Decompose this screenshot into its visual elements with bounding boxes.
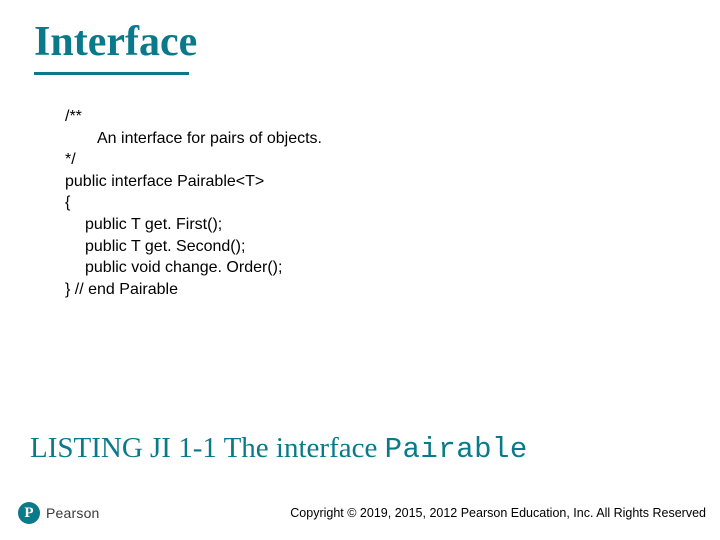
code-line: public T get. Second(); (65, 236, 322, 258)
copyright-text: Copyright © 2019, 2015, 2012 Pearson Edu… (290, 506, 706, 520)
code-line: An interface for pairs of objects. (65, 128, 322, 150)
code-line: public interface Pairable<T> (65, 171, 322, 193)
code-line: */ (65, 149, 322, 171)
slide-title: Interface (34, 18, 197, 66)
listing-caption: LISTING JI 1-1 The interface Pairable (30, 432, 528, 466)
code-line: public T get. First(); (65, 214, 322, 236)
logo-mark-icon: P (18, 502, 40, 524)
code-line: public void change. Order(); (65, 257, 322, 279)
listing-prefix: LISTING JI 1-1 The interface (30, 432, 385, 464)
code-block: /** An interface for pairs of objects. *… (65, 106, 322, 300)
code-line: /** (65, 106, 322, 128)
logo-letter: P (24, 506, 33, 521)
footer: P Pearson Copyright © 2019, 2015, 2012 P… (0, 492, 720, 540)
brand-logo: P Pearson (18, 502, 100, 524)
brand-name: Pearson (46, 505, 100, 521)
code-line: { (65, 192, 322, 214)
slide: Interface /** An interface for pairs of … (0, 0, 720, 540)
title-underline (34, 72, 189, 75)
listing-classname: Pairable (385, 433, 528, 466)
code-line: } // end Pairable (65, 279, 322, 301)
